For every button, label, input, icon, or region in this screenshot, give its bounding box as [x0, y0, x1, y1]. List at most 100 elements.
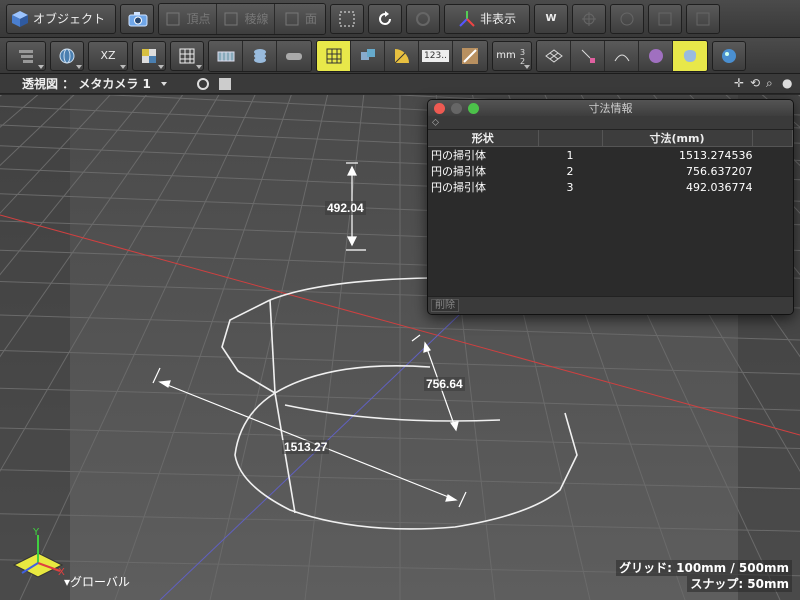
gear-icon: [414, 10, 432, 28]
table-row[interactable]: 円の掃引体 3 492.036774: [428, 179, 793, 195]
pan-icon[interactable]: ✛: [734, 77, 746, 89]
sphere-icon: [720, 47, 738, 65]
cubes-icon: [359, 47, 377, 65]
numeric-label: 123..: [422, 49, 449, 62]
lattice-icon: [544, 47, 563, 65]
revolve-button[interactable]: [243, 40, 277, 71]
axis-icon: [458, 10, 476, 28]
blob-icon: [681, 47, 699, 65]
axis-y-label: Y: [32, 527, 40, 538]
dim-radius-label[interactable]: 756.64: [424, 377, 465, 391]
selection-mode-group: 頂点 稜線 面: [158, 2, 326, 35]
grid-status: グリッド: 100mm / 500mm スナップ: 50mm: [616, 560, 792, 592]
vertex-mode-button[interactable]: 頂点: [159, 3, 217, 34]
render-button[interactable]: [712, 40, 746, 71]
edge-mode-label: 稜線: [244, 12, 269, 26]
plane-label: XZ: [100, 49, 116, 62]
plane-mesh-icon: [217, 47, 235, 65]
rect-select-button[interactable]: [330, 3, 364, 34]
rotate-view-button[interactable]: [368, 3, 402, 34]
zoom-icon[interactable]: ⌕: [766, 77, 778, 89]
col-shape[interactable]: 形状: [428, 130, 539, 147]
face-mode-button[interactable]: 面: [275, 3, 325, 34]
target-icon: [618, 10, 636, 28]
dim-diameter-label[interactable]: 1513.27: [282, 440, 330, 454]
move-point-icon: [579, 47, 597, 65]
dimension-info-window: 寸法情報 ⬦ 形状 寸法(mm) 円の掃引体 1 1513.274536 円の掃…: [427, 99, 794, 315]
row-value: 492.036774: [686, 180, 753, 194]
viewport-header: 透視図 ： メタカメラ 1: [0, 74, 800, 94]
secondary-toolbar: XZ 123.. mm 32: [0, 38, 800, 74]
rotate-icon: [376, 10, 394, 28]
measure-angle-button[interactable]: [385, 40, 419, 71]
unit-button[interactable]: mm 32: [492, 40, 532, 71]
box-view2-button[interactable]: [686, 3, 720, 34]
numeric-button[interactable]: 123..: [419, 40, 453, 71]
cube-icon: [11, 10, 29, 28]
chevron-updown-icon[interactable]: ⬦: [432, 117, 439, 128]
row-value: 756.637207: [686, 164, 753, 178]
edge-mode-button[interactable]: 稜線: [217, 3, 275, 34]
hide-button[interactable]: 非表示: [444, 3, 530, 34]
row-shape: 円の掃引体: [431, 181, 486, 194]
lattice-button[interactable]: [537, 40, 571, 71]
move-point-button[interactable]: [571, 40, 605, 71]
orbit-icon[interactable]: ⟲: [750, 77, 762, 89]
delete-button[interactable]: 削除: [431, 299, 459, 312]
row-shape: 円の掃引体: [431, 149, 486, 162]
snap-center-button[interactable]: [572, 3, 606, 34]
tools-group: 123..: [316, 39, 488, 72]
globe-button[interactable]: [50, 40, 84, 71]
col-dimension[interactable]: 寸法(mm): [602, 130, 753, 147]
object-mode-label: オブジェクト: [33, 12, 106, 26]
sweep-button[interactable]: [277, 40, 311, 71]
bend-button[interactable]: [605, 40, 639, 71]
target-view-icon[interactable]: [196, 77, 209, 90]
ruler-icon: [461, 47, 479, 65]
col-id[interactable]: [538, 130, 603, 147]
row-id: 1: [566, 148, 574, 162]
sweep-icon: [285, 47, 303, 65]
coord-mode-selector[interactable]: ▾グローバル: [64, 573, 130, 590]
transform-button[interactable]: [406, 3, 440, 34]
snap-size-text: スナップ: 50mm: [687, 576, 792, 592]
dialog-collapse-bar[interactable]: ⬦: [428, 116, 793, 130]
quad-view-icon: [140, 47, 158, 65]
face-mode-label: 面: [304, 12, 317, 26]
freeform-button[interactable]: [673, 40, 707, 71]
bend-icon: [613, 47, 631, 65]
col-extra[interactable]: [752, 130, 793, 147]
plane-button[interactable]: XZ: [88, 40, 128, 71]
sphere-deform-button[interactable]: [639, 40, 673, 71]
row-id: 2: [566, 164, 574, 178]
camera-button[interactable]: [120, 3, 154, 34]
box-view-button[interactable]: [648, 3, 682, 34]
snap-point-button[interactable]: [610, 3, 644, 34]
primitive-group: [208, 39, 312, 72]
snap-grid-button[interactable]: [317, 40, 351, 71]
dimension-table: 形状 寸法(mm) 円の掃引体 1 1513.274536 円の掃引体 2 75…: [428, 130, 793, 195]
globe-icon: [58, 47, 76, 65]
hierarchy-button[interactable]: [6, 40, 46, 71]
box-icon: [656, 10, 674, 28]
grid-button[interactable]: [170, 40, 204, 71]
display-mode-button[interactable]: [132, 40, 166, 71]
world-axis-button[interactable]: W: [534, 3, 568, 34]
deform-group: [536, 39, 708, 72]
viewport-menu-icon[interactable]: [160, 81, 167, 86]
shade-icon[interactable]: ●: [782, 77, 794, 89]
row-id: 3: [566, 180, 574, 194]
table-row[interactable]: 円の掃引体 2 756.637207: [428, 163, 793, 179]
object-mode-button[interactable]: オブジェクト: [6, 3, 116, 34]
box-outline-icon: [694, 10, 712, 28]
plane-primitive-button[interactable]: [209, 40, 243, 71]
boolean-button[interactable]: [351, 40, 385, 71]
vertex-mode-label: 頂点: [186, 12, 211, 26]
dimension-button[interactable]: [453, 40, 487, 71]
dim-height-label[interactable]: 492.04: [325, 201, 366, 215]
table-row[interactable]: 円の掃引体 1 1513.274536: [428, 147, 793, 164]
row-shape: 円の掃引体: [431, 165, 486, 178]
cube-view-icon[interactable]: [218, 77, 231, 90]
dialog-titlebar[interactable]: 寸法情報: [428, 100, 793, 116]
viewport-title[interactable]: 透視図 ： メタカメラ 1: [22, 75, 151, 92]
